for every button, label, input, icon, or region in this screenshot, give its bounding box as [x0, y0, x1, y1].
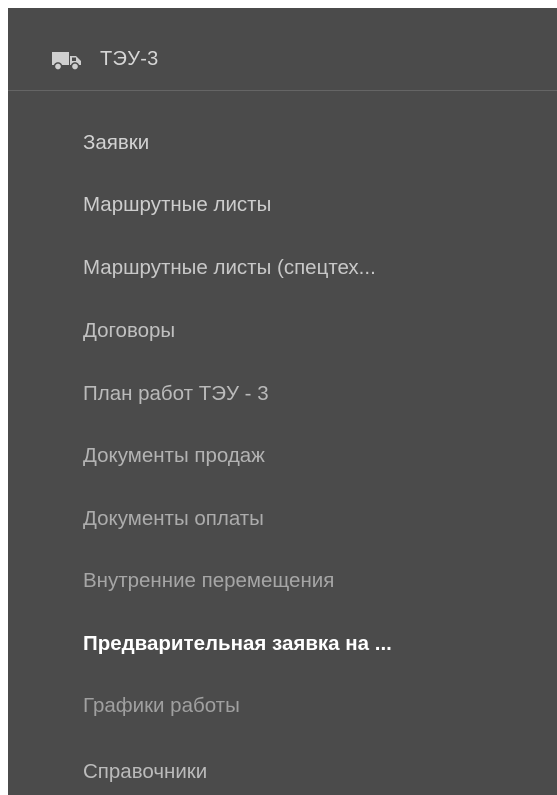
- section-title: ТЭУ-3: [100, 48, 159, 70]
- menu-item-payment-documents[interactable]: Документы оплаты: [83, 504, 264, 534]
- menu-item-directories[interactable]: Справочники: [83, 757, 207, 787]
- truck-icon: [52, 52, 81, 71]
- sidebar-section-header[interactable]: ТЭУ-3: [8, 8, 557, 91]
- menu-item-work-schedules[interactable]: Графики работы: [83, 691, 240, 721]
- sidebar-panel: ТЭУ-3 Заявки Маршрутные листы Маршрутные…: [8, 8, 557, 795]
- menu-item-work-plan[interactable]: План работ ТЭУ - 3: [83, 379, 269, 409]
- menu-item-route-sheets-special[interactable]: Маршрутные листы (спецтех...: [83, 253, 376, 283]
- menu-item-route-sheets[interactable]: Маршрутные листы: [83, 190, 271, 220]
- menu-item-contracts[interactable]: Договоры: [83, 316, 175, 346]
- menu-item-internal-transfers[interactable]: Внутренние перемещения: [83, 566, 334, 596]
- menu-item-zayavki[interactable]: Заявки: [83, 128, 149, 158]
- menu-item-preliminary-request[interactable]: Предварительная заявка на ...: [83, 629, 392, 659]
- menu-item-sales-documents[interactable]: Документы продаж: [83, 441, 265, 471]
